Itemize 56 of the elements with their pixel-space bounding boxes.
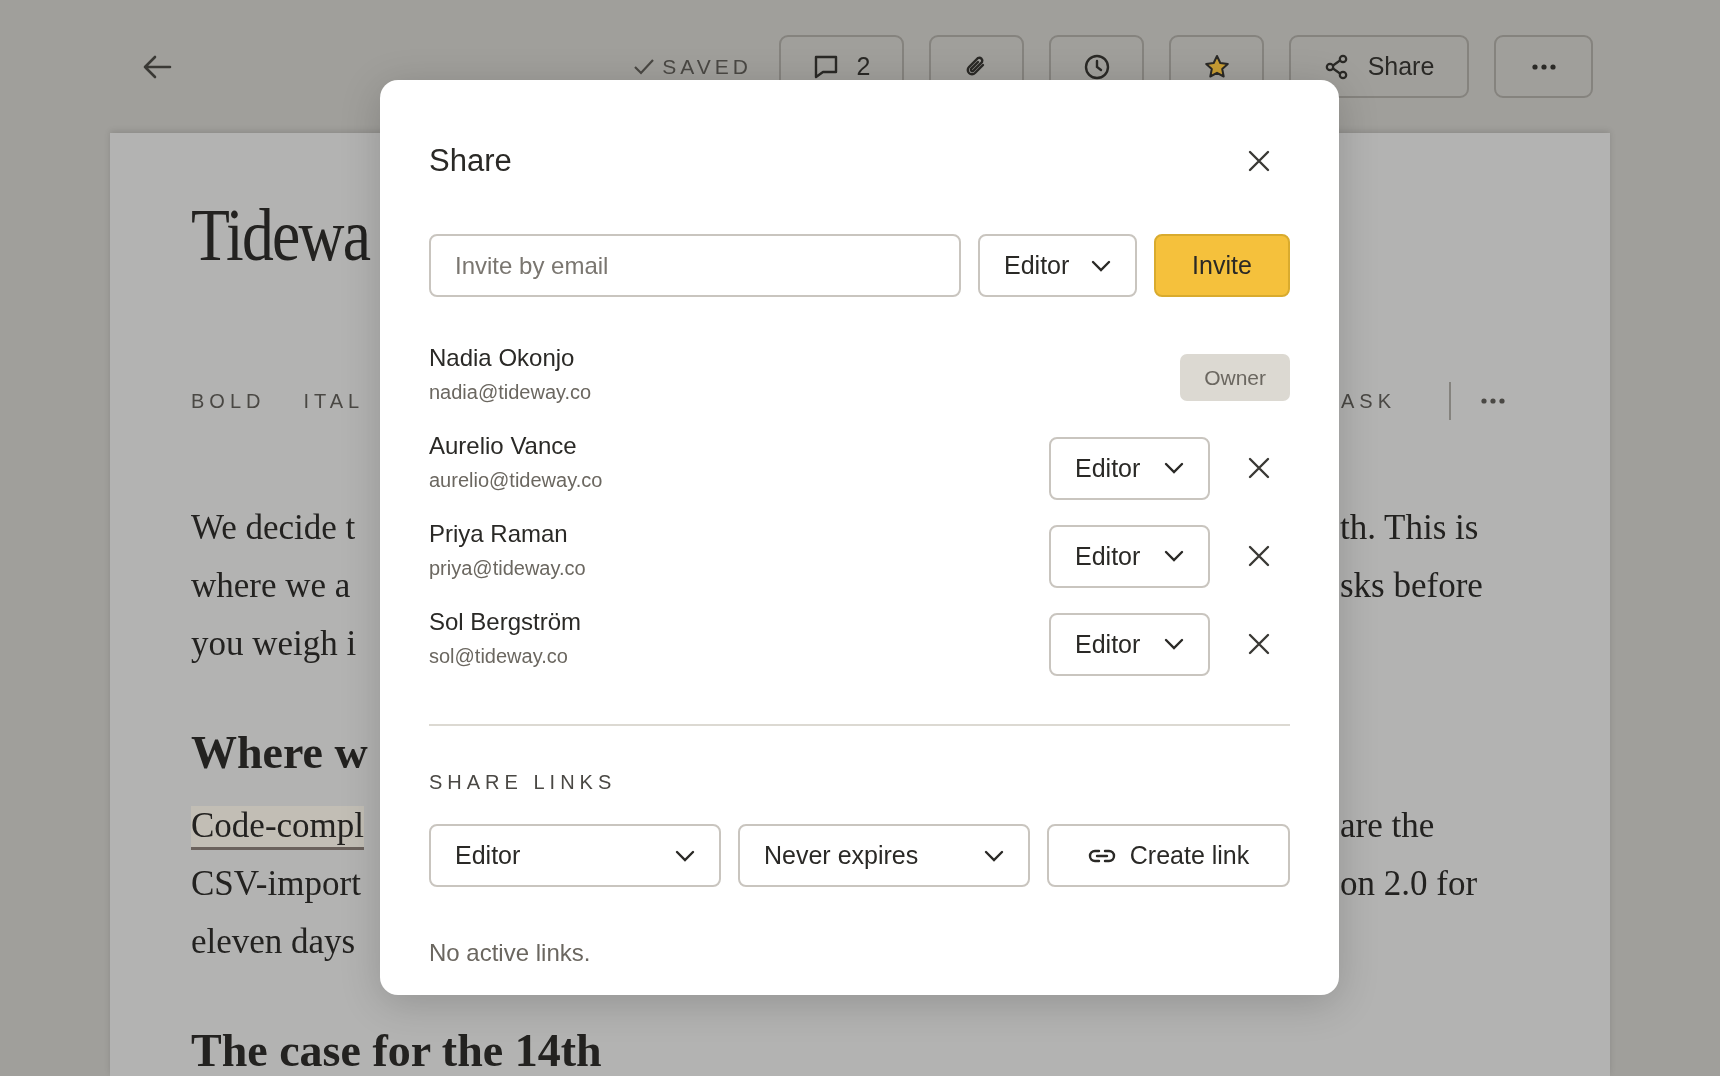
member-name: Aurelio Vance (429, 431, 578, 461)
clock-icon (1083, 53, 1110, 80)
role-dropdown[interactable]: Editor (1049, 524, 1210, 588)
paragraph-text: We decide t (191, 508, 356, 547)
format-tool[interactable]: ITAL (303, 389, 365, 413)
back-arrow-icon[interactable] (142, 53, 172, 80)
more-icon (1531, 63, 1556, 70)
role-dropdown[interactable]: Editor (1049, 436, 1210, 500)
close-icon[interactable] (1248, 150, 1270, 172)
member-email: aurelio@tideway.co (429, 468, 604, 493)
link-icon (1087, 847, 1116, 864)
role-dropdown[interactable]: Editor (978, 234, 1137, 297)
dialog-title: Share (429, 143, 512, 179)
section-heading: The case for the 14th (191, 1025, 602, 1076)
email-field[interactable]: Invite by email (429, 234, 961, 297)
paragraph-text: on 2.0 for (1340, 864, 1478, 903)
more-icon[interactable] (1481, 398, 1505, 404)
paragraph-text: Code-compl (191, 806, 365, 850)
member-email: priya@tideway.co (429, 556, 587, 581)
paragraph-text: you weigh i (191, 624, 357, 663)
format-tool[interactable]: BOLD (191, 389, 266, 413)
paragraph-text: are the (1340, 806, 1435, 845)
paragraph-text: CSV-import (191, 864, 361, 903)
chevron-down-icon (984, 849, 1004, 862)
member-name: Sol Bergström (429, 607, 583, 637)
paragraph-text: where we a (191, 566, 351, 605)
invite-button[interactable]: Invite (1154, 234, 1290, 297)
paragraph-text: eleven days (191, 922, 356, 961)
share-icon (1323, 53, 1350, 80)
section-heading: Where w (191, 727, 368, 778)
remove-icon[interactable] (1248, 457, 1270, 479)
chevron-down-icon (1091, 259, 1111, 272)
check-icon (633, 58, 656, 75)
member-name: Priya Raman (429, 519, 569, 549)
chevron-down-icon (1164, 638, 1184, 650)
paragraph-text: sks before (1340, 566, 1483, 605)
document-title: Tidewa (191, 193, 370, 277)
member-name: Nadia Okonjo (429, 343, 576, 373)
member-email: sol@tideway.co (429, 644, 569, 669)
chevron-down-icon (1164, 550, 1184, 562)
remove-icon[interactable] (1248, 633, 1270, 655)
role-dropdown[interactable]: Editor (1049, 612, 1210, 676)
chevron-down-icon (675, 849, 695, 862)
member-email: nadia@tideway.co (429, 380, 593, 405)
expiry-dropdown[interactable]: Never expires (738, 824, 1030, 887)
speech-bubble-icon (812, 53, 839, 80)
remove-icon[interactable] (1248, 545, 1270, 567)
chevron-down-icon (1164, 462, 1184, 474)
create-link-button[interactable]: Create link (1047, 824, 1290, 887)
section-label: SHARE LINKS (429, 771, 618, 794)
owner-badge: Owner (1180, 353, 1290, 401)
link-role-dropdown[interactable]: Editor (429, 824, 721, 887)
format-tool[interactable]: ASK (1340, 389, 1396, 413)
save-status: SAVED (662, 54, 752, 79)
empty-note: No active links. (429, 939, 592, 967)
paragraph-text: th. This is (1340, 508, 1479, 547)
